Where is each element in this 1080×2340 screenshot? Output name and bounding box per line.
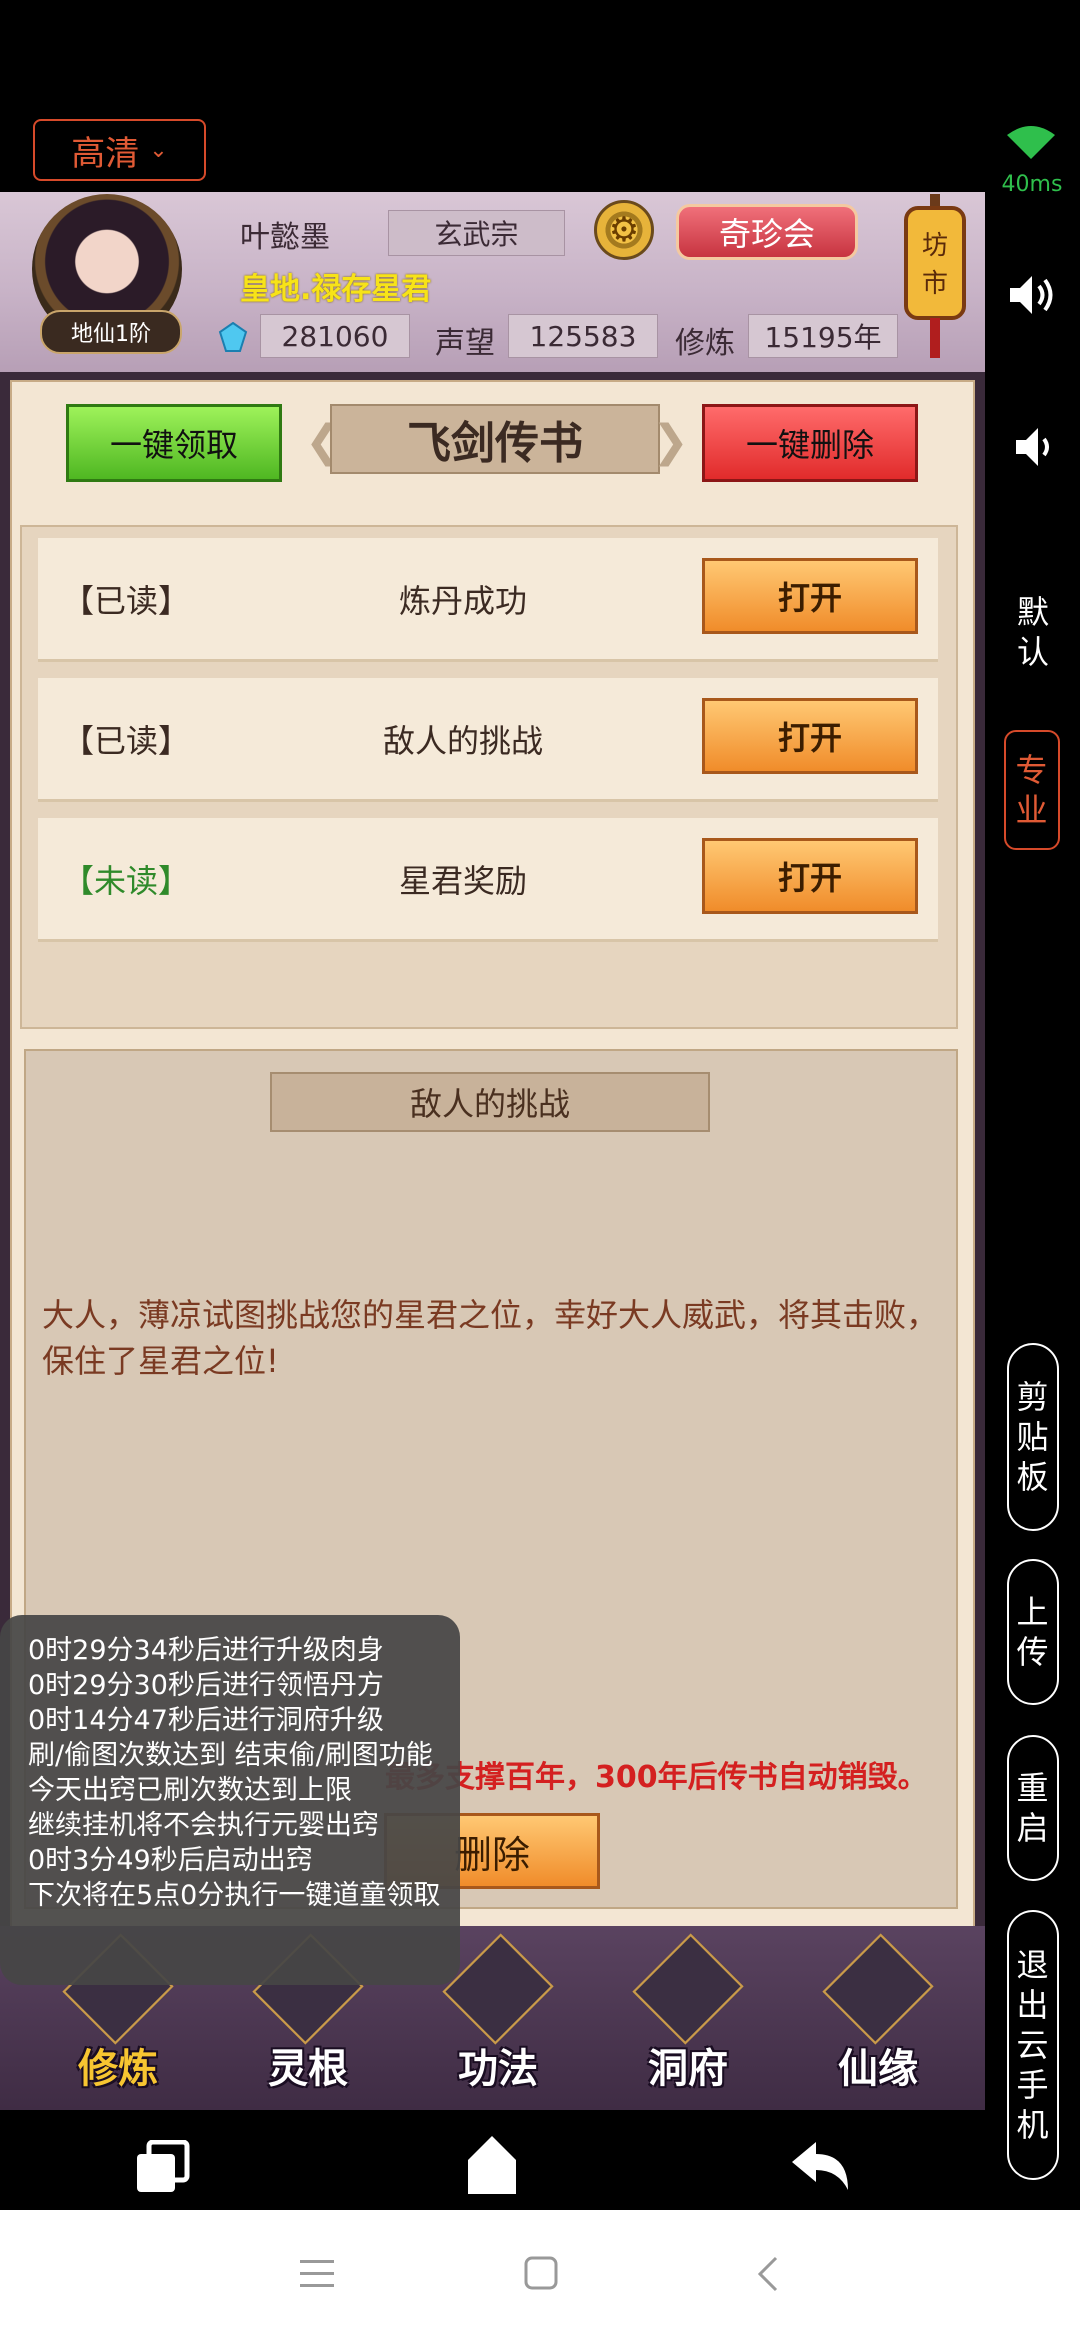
log-line: 0时14分47秒后进行洞府升级 bbox=[28, 1705, 384, 1736]
default-mode-label: 默认 bbox=[1016, 593, 1049, 671]
message-status: 【未读】 bbox=[62, 862, 191, 900]
nav-label: 仙缘 bbox=[838, 2046, 918, 2092]
upload-button[interactable]: 上传 bbox=[1007, 1559, 1059, 1705]
log-line: 继续挂机将不会执行元婴出窍 bbox=[28, 1810, 379, 1841]
message-status: 【已读】 bbox=[62, 582, 191, 620]
open-button[interactable]: 打开 bbox=[702, 558, 918, 634]
detail-body: 大人，薄凉试图挑战您的星君之位，幸好大人威武，将其击败，保住了星君之位! bbox=[42, 1296, 939, 1380]
quality-label: 高清 bbox=[71, 133, 140, 174]
upload-label: 上传 bbox=[1016, 1593, 1049, 1671]
nav-fate[interactable]: 仙缘 bbox=[808, 1933, 948, 2104]
delete-all-button[interactable]: 一键删除 bbox=[702, 404, 918, 482]
cultivation-value: 15195年 bbox=[748, 314, 898, 358]
message-status: 【已读】 bbox=[62, 722, 191, 760]
svg-text:市: 市 bbox=[922, 269, 948, 299]
log-line: 0时29分34秒后进行升级肉身 bbox=[28, 1635, 384, 1666]
volume-down-icon[interactable] bbox=[1006, 420, 1060, 474]
recent-apps-icon[interactable] bbox=[135, 2140, 191, 2194]
exit-cloud-phone-button[interactable]: 退出云手机 bbox=[1007, 1910, 1059, 2180]
detail-title: 敌人的挑战 bbox=[270, 1072, 710, 1132]
message-title: 星君奖励 bbox=[398, 862, 527, 900]
system-nav-bar bbox=[0, 2210, 1080, 2340]
log-line: 下次将在5点0分执行一键道童领取 bbox=[28, 1880, 441, 1911]
overview-icon[interactable] bbox=[524, 2256, 558, 2290]
menu-icon[interactable] bbox=[300, 2260, 334, 2288]
player-header: 地仙1阶 叶懿墨 玄武宗 ⚙ 奇珍会 坊 市 皇地.禄存星君 281060 声望… bbox=[0, 192, 985, 372]
sect-name: 玄武宗 bbox=[388, 210, 565, 256]
nav-label: 洞府 bbox=[648, 2046, 728, 2092]
pro-mode-button[interactable]: 专业 bbox=[1004, 730, 1060, 850]
panel-title: 飞剑传书 bbox=[330, 404, 660, 474]
back-icon[interactable] bbox=[756, 2256, 780, 2292]
treasure-fair-button[interactable]: 奇珍会 bbox=[676, 204, 858, 260]
player-title: 皇地.禄存星君 bbox=[240, 272, 432, 307]
nav-label: 功法 bbox=[458, 2046, 538, 2092]
message-title: 敌人的挑战 bbox=[382, 722, 543, 760]
clipboard-button[interactable]: 剪贴板 bbox=[1007, 1343, 1059, 1531]
nav-label: 修炼 bbox=[78, 2046, 158, 2092]
list-item[interactable]: 【已读】 炼丹成功 打开 bbox=[38, 538, 938, 662]
market-lantern-icon[interactable]: 坊 市 bbox=[900, 194, 970, 364]
pro-mode-label: 专业 bbox=[1015, 751, 1048, 829]
list-item[interactable]: 【已读】 敌人的挑战 打开 bbox=[38, 678, 938, 802]
log-line: 0时29分30秒后进行领悟丹方 bbox=[28, 1670, 384, 1701]
reputation-label: 声望 bbox=[435, 326, 495, 361]
default-mode-button[interactable]: 默认 bbox=[1000, 592, 1066, 672]
player-name: 叶懿墨 bbox=[240, 220, 330, 255]
log-line: 今天出窍已刷次数达到上限 bbox=[28, 1775, 352, 1806]
chevron-down-icon: ⌄ bbox=[149, 137, 168, 163]
volume-up-icon[interactable] bbox=[1006, 268, 1060, 322]
claim-all-button[interactable]: 一键领取 bbox=[66, 404, 282, 482]
ping-readout: 40ms bbox=[1001, 172, 1063, 197]
message-title: 炼丹成功 bbox=[398, 582, 527, 620]
quality-select[interactable]: 高清 ⌄ bbox=[33, 119, 206, 181]
gourd-icon bbox=[822, 1933, 934, 2045]
reputation-value: 125583 bbox=[508, 314, 658, 358]
ornament-right: ❯ bbox=[652, 416, 689, 467]
cultivation-label: 修炼 bbox=[675, 326, 735, 361]
open-button[interactable]: 打开 bbox=[702, 698, 918, 774]
home-icon[interactable] bbox=[466, 2134, 518, 2196]
exit-label: 退出云手机 bbox=[1016, 1946, 1049, 2144]
spirit-stones-value: 281060 bbox=[260, 314, 410, 358]
back-arrow-icon[interactable] bbox=[790, 2140, 850, 2192]
log-line: 0时3分49秒后启动出窍 bbox=[28, 1845, 313, 1876]
svg-text:坊: 坊 bbox=[922, 231, 948, 261]
automation-log: 0时29分34秒后进行升级肉身 0时29分30秒后进行领悟丹方 0时14分47秒… bbox=[0, 1615, 460, 1985]
nav-label: 灵根 bbox=[268, 2046, 348, 2092]
spirit-stone-icon bbox=[218, 322, 248, 352]
list-item[interactable]: 【未读】 星君奖励 打开 bbox=[38, 818, 938, 942]
nav-cave[interactable]: 洞府 bbox=[618, 1933, 758, 2104]
cloud-nav-bar bbox=[0, 2110, 985, 2210]
log-line: 刷/偷图次数达到 结束偷/刷图功能 bbox=[28, 1740, 433, 1771]
restart-button[interactable]: 重启 bbox=[1007, 1735, 1059, 1881]
restart-label: 重启 bbox=[1016, 1769, 1049, 1847]
expiry-notice: 最多支撑百年，300年后传书自动销毁。 bbox=[385, 1760, 928, 1795]
pavilion-icon bbox=[632, 1933, 744, 2045]
clipboard-label: 剪贴板 bbox=[1016, 1378, 1049, 1496]
rank-badge: 地仙1阶 bbox=[40, 310, 182, 354]
wifi-icon bbox=[1007, 126, 1055, 159]
gear-icon[interactable]: ⚙ bbox=[594, 200, 654, 260]
open-button[interactable]: 打开 bbox=[702, 838, 918, 914]
